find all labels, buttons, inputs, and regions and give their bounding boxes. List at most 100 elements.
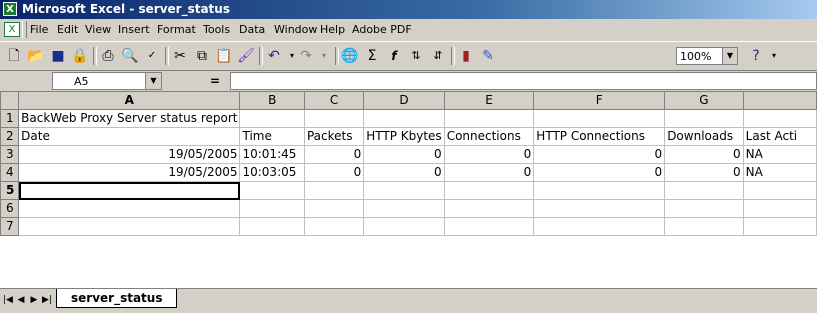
row-header[interactable]: 2	[0, 127, 20, 146]
cell[interactable]	[664, 109, 744, 128]
menu-view[interactable]: View	[85, 23, 111, 36]
formula-input[interactable]	[230, 72, 817, 90]
cell[interactable]	[533, 109, 666, 128]
cell[interactable]	[742, 217, 817, 236]
menu-data[interactable]: Data	[239, 23, 265, 36]
menu-file[interactable]: File	[30, 23, 48, 36]
cell[interactable]	[533, 217, 666, 236]
cell[interactable]: 0	[664, 163, 744, 182]
cell[interactable]	[443, 181, 535, 200]
row-header[interactable]: 7	[0, 217, 20, 236]
copy-icon[interactable]: ⧉	[192, 46, 212, 66]
next-sheet-icon[interactable]: ▶	[28, 293, 40, 307]
spelling-icon[interactable]: ✓	[142, 46, 162, 66]
cell[interactable]	[742, 109, 817, 128]
column-header-a[interactable]: A	[18, 91, 241, 110]
cell[interactable]	[239, 199, 305, 218]
column-header-c[interactable]: C	[303, 91, 365, 110]
menu-insert[interactable]: Insert	[118, 23, 150, 36]
last-sheet-icon[interactable]: ▶|	[41, 293, 53, 307]
column-header-f[interactable]: F	[533, 91, 666, 110]
cell[interactable]: 19/05/2005	[18, 163, 241, 182]
help-dropdown-icon[interactable]: ▾	[764, 46, 784, 66]
worksheet-grid[interactable]: A B C D E F G 1 BackWeb Proxy Server stat…	[0, 91, 817, 288]
menu-grip[interactable]	[22, 21, 27, 38]
autosum-icon[interactable]: Σ	[362, 46, 382, 66]
column-header-e[interactable]: E	[443, 91, 535, 110]
cell[interactable]: Connections	[443, 127, 535, 146]
row-header[interactable]: 3	[0, 145, 20, 164]
print-preview-icon[interactable]: 🔍	[120, 46, 140, 66]
chart-icon[interactable]: ▮	[456, 46, 476, 66]
cell[interactable]	[742, 199, 817, 218]
cell[interactable]: Packets	[303, 127, 365, 146]
redo-dropdown-icon[interactable]: ▾	[314, 46, 334, 66]
cut-icon[interactable]: ✂	[170, 46, 190, 66]
cell[interactable]: 0	[664, 145, 744, 164]
open-icon[interactable]: 📂	[26, 46, 46, 66]
cell[interactable]	[742, 181, 817, 200]
workbook-icon[interactable]: X	[4, 22, 20, 37]
permission-icon[interactable]: 🔒	[70, 46, 90, 66]
function-icon[interactable]: f	[384, 46, 404, 66]
cell[interactable]: HTTP Kbytes	[363, 127, 445, 146]
menu-tools[interactable]: Tools	[203, 23, 230, 36]
cell[interactable]	[363, 199, 445, 218]
cell[interactable]: HTTP Connections	[533, 127, 666, 146]
cell[interactable]	[239, 181, 305, 200]
hyperlink-icon[interactable]: 🌐	[340, 46, 360, 66]
cell[interactable]: 19/05/2005	[18, 145, 241, 164]
redo-icon[interactable]: ↷	[296, 46, 316, 66]
paste-icon[interactable]: 📋	[214, 46, 234, 66]
select-all-corner[interactable]	[0, 91, 20, 110]
row-header[interactable]: 1	[0, 109, 20, 128]
cell[interactable]: 10:01:45	[239, 145, 305, 164]
menu-edit[interactable]: Edit	[57, 23, 78, 36]
sheet-tab-server-status[interactable]: server_status	[56, 289, 178, 308]
column-header-d[interactable]: D	[363, 91, 445, 110]
cell[interactable]: Downloads	[664, 127, 744, 146]
cell[interactable]	[664, 217, 744, 236]
menu-help[interactable]: Help	[320, 23, 345, 36]
cell[interactable]: 0	[533, 163, 666, 182]
formula-equals-icon[interactable]: =	[210, 74, 220, 88]
cell[interactable]: BackWeb Proxy Server status report	[18, 109, 241, 128]
cell[interactable]: Last Acti	[742, 127, 817, 146]
cell[interactable]	[303, 109, 365, 128]
cell[interactable]	[303, 217, 365, 236]
drawing-icon[interactable]: ✎	[478, 46, 498, 66]
sort-desc-icon[interactable]: ⇵	[428, 46, 448, 66]
cell[interactable]	[18, 199, 241, 218]
cell[interactable]	[363, 217, 445, 236]
print-icon[interactable]: ⎙	[98, 46, 118, 66]
chevron-down-icon[interactable]: ▼	[722, 48, 737, 64]
cell[interactable]: 0	[363, 163, 445, 182]
zoom-select[interactable]: 100% ▼	[676, 47, 738, 65]
cell[interactable]: 0	[443, 163, 535, 182]
cell[interactable]	[363, 109, 445, 128]
cell[interactable]: 0	[363, 145, 445, 164]
cell[interactable]: 0	[443, 145, 535, 164]
row-header[interactable]: 4	[0, 163, 20, 182]
cell[interactable]: 0	[303, 163, 365, 182]
menu-format[interactable]: Format	[157, 23, 196, 36]
excel-app-icon[interactable]: X	[3, 2, 17, 16]
cell[interactable]: NA	[742, 163, 817, 182]
column-header-b[interactable]: B	[239, 91, 305, 110]
undo-icon[interactable]: ↶	[264, 46, 284, 66]
cell[interactable]	[303, 181, 365, 200]
cell[interactable]	[303, 199, 365, 218]
name-box[interactable]: A5 ▼	[52, 72, 162, 90]
cell[interactable]: NA	[742, 145, 817, 164]
menu-adobe-pdf[interactable]: Adobe PDF	[352, 23, 412, 36]
cell[interactable]	[533, 199, 666, 218]
cell[interactable]: 0	[533, 145, 666, 164]
cell[interactable]	[363, 181, 445, 200]
sort-asc-icon[interactable]: ⇅	[406, 46, 426, 66]
first-sheet-icon[interactable]: |◀	[2, 293, 14, 307]
cell[interactable]: 0	[303, 145, 365, 164]
column-header-h[interactable]	[742, 91, 817, 110]
menu-window[interactable]: Window	[274, 23, 317, 36]
cell[interactable]	[18, 181, 241, 200]
cell[interactable]: 10:03:05	[239, 163, 305, 182]
